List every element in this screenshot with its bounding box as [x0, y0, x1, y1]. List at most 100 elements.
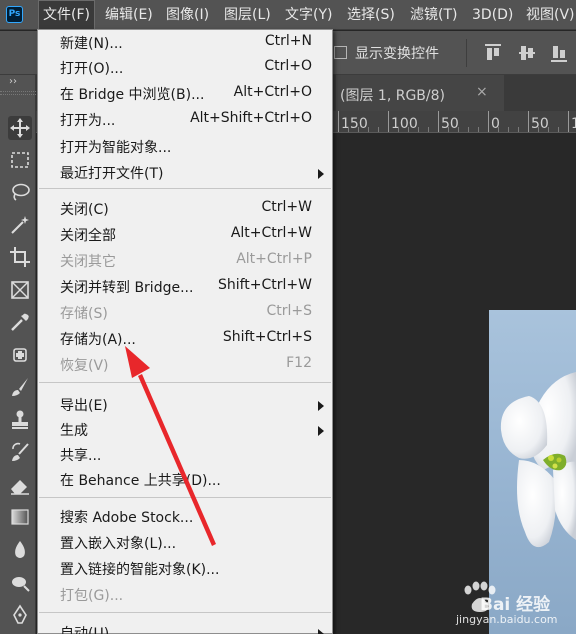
history-brush-tool-icon[interactable]: [8, 440, 32, 464]
menu-item-label: 置入嵌入对象(L)...: [60, 536, 177, 552]
menu-item-generate[interactable]: 生成: [38, 417, 332, 443]
menu-item-close-and-go-to-bridge[interactable]: 关闭并转到 Bridge... Shift+Ctrl+W: [38, 274, 332, 300]
menu-layer[interactable]: 图层(L): [220, 0, 275, 30]
menu-item-shortcut: Ctrl+S: [266, 303, 312, 319]
menu-item-search-adobe-stock[interactable]: 搜索 Adobe Stock...: [38, 504, 332, 530]
submenu-arrow-icon: [318, 426, 324, 436]
options-separator: [466, 39, 467, 67]
crop-tool-icon[interactable]: [8, 245, 32, 269]
menu-item-open-recent[interactable]: 最近打开文件(T): [38, 160, 332, 186]
menu-item-label: 打开(O)...: [60, 61, 124, 77]
watermark-brand: Bai 经验: [480, 595, 551, 615]
magic-wand-tool-icon[interactable]: [8, 213, 32, 237]
menu-item-close-all[interactable]: 关闭全部 Alt+Ctrl+W: [38, 222, 332, 248]
align-vertical-center-icon[interactable]: [518, 43, 536, 63]
align-bottom-icon[interactable]: [550, 43, 568, 63]
menu-image[interactable]: 图像(I): [162, 0, 213, 30]
menu-item-shortcut: Alt+Ctrl+O: [233, 84, 312, 100]
gradient-tool-icon[interactable]: [8, 505, 32, 529]
menu-view[interactable]: 视图(V): [522, 0, 576, 30]
menu-item-label: 置入链接的智能对象(K)...: [60, 562, 220, 578]
menu-item-label: 搜索 Adobe Stock...: [60, 510, 194, 526]
menu-file[interactable]: 文件(F): [38, 0, 95, 30]
file-menu-dropdown: 新建(N)... Ctrl+N 打开(O)... Ctrl+O 在 Bridge…: [37, 29, 333, 634]
menu-item-label: 恢复(V): [60, 358, 109, 374]
menu-item-open-as-smart-object[interactable]: 打开为智能对象...: [38, 134, 332, 160]
menu-separator: [39, 382, 331, 383]
menu-select[interactable]: 选择(S): [343, 0, 399, 30]
menu-item-new[interactable]: 新建(N)... Ctrl+N: [38, 30, 332, 56]
menu-item-label: 打开为智能对象...: [60, 140, 172, 156]
ruler-label: 150: [341, 116, 368, 132]
menu-item-share-on-behance[interactable]: 在 Behance 上共享(D)...: [38, 467, 332, 493]
document-tab[interactable]: (图层 1, RGB/8) ×: [336, 75, 504, 111]
menu-item-save-as[interactable]: 存储为(A)... Shift+Ctrl+S: [38, 326, 332, 352]
menu-item-label: 关闭全部: [60, 228, 116, 244]
clone-stamp-tool-icon[interactable]: [8, 408, 32, 432]
menu-item-package: 打包(G)...: [38, 582, 332, 608]
menu-item-place-embedded[interactable]: 置入嵌入对象(L)...: [38, 530, 332, 556]
menu-item-label: 生成: [60, 423, 88, 439]
ruler-label: 50: [531, 116, 549, 132]
menu-item-shortcut: Alt+Ctrl+P: [236, 251, 312, 267]
menu-item-browse-in-bridge[interactable]: 在 Bridge 中浏览(B)... Alt+Ctrl+O: [38, 81, 332, 107]
brush-tool-icon[interactable]: [8, 375, 32, 399]
eyedropper-tool-icon[interactable]: [8, 310, 32, 334]
menu-item-shortcut: Shift+Ctrl+W: [217, 277, 312, 293]
menu-item-close[interactable]: 关闭(C) Ctrl+W: [38, 196, 332, 222]
document-tab-title: (图层 1, RGB/8): [340, 88, 445, 104]
ruler-label: 100: [391, 116, 418, 132]
pen-tool-icon[interactable]: [8, 603, 32, 627]
menu-bar: Ps 文件(F) 编辑(E) 图像(I) 图层(L) 文字(Y) 选择(S) 滤…: [0, 0, 576, 30]
align-top-icon[interactable]: [484, 43, 502, 63]
menu-edit[interactable]: 编辑(E): [101, 0, 157, 30]
marquee-tool-icon[interactable]: [8, 148, 32, 172]
menu-item-shortcut: Ctrl+O: [264, 58, 312, 74]
eraser-tool-icon[interactable]: [8, 473, 32, 497]
watermark-url: jingyan.baidu.com: [456, 613, 558, 626]
ruler-label: 100: [571, 116, 576, 132]
menu-item-close-others: 关闭其它 Alt+Ctrl+P: [38, 248, 332, 274]
submenu-arrow-icon: [318, 169, 324, 179]
menu-item-shortcut: Ctrl+N: [264, 33, 312, 49]
menu-item-revert: 恢复(V) F12: [38, 352, 332, 378]
menu-item-label: 关闭其它: [60, 254, 116, 270]
menu-item-export[interactable]: 导出(E): [38, 392, 332, 418]
lasso-tool-icon[interactable]: [8, 180, 32, 204]
dodge-tool-icon[interactable]: [8, 570, 32, 594]
collapse-panel-icon[interactable]: ››: [9, 76, 17, 87]
panel-grip[interactable]: [0, 91, 36, 95]
menu-type[interactable]: 文字(Y): [281, 0, 336, 30]
show-transform-controls-checkbox[interactable]: [334, 46, 347, 59]
menu-item-open[interactable]: 打开(O)... Ctrl+O: [38, 55, 332, 81]
menu-item-shortcut: Alt+Ctrl+W: [230, 225, 312, 241]
menu-item-save: 存储(S) Ctrl+S: [38, 300, 332, 326]
menu-item-label: 存储(S): [60, 306, 108, 322]
frame-tool-icon[interactable]: [8, 278, 32, 302]
healing-brush-tool-icon[interactable]: [8, 343, 32, 367]
menu-item-open-as[interactable]: 打开为... Alt+Shift+Ctrl+O: [38, 107, 332, 133]
menu-item-share[interactable]: 共享...: [38, 442, 332, 468]
menu-item-label: 打开为...: [60, 113, 116, 129]
menu-filter[interactable]: 滤镜(T): [406, 0, 461, 30]
menu-item-place-linked[interactable]: 置入链接的智能对象(K)...: [38, 556, 332, 582]
menu-item-label: 关闭并转到 Bridge...: [60, 280, 194, 296]
menu-separator: [39, 612, 331, 613]
menu-item-label: 导出(E): [60, 398, 108, 414]
menu-item-automate[interactable]: 自动(U): [38, 620, 332, 634]
menu-item-shortcut: Alt+Shift+Ctrl+O: [190, 110, 312, 126]
menu-separator: [39, 497, 331, 498]
menu-item-label: 在 Bridge 中浏览(B)...: [60, 87, 205, 103]
menu-item-label: 打包(G)...: [60, 588, 124, 604]
submenu-arrow-icon: [318, 401, 324, 411]
ruler-label: 50: [441, 116, 459, 132]
move-tool-icon[interactable]: [8, 116, 32, 140]
menu-item-label: 新建(N)...: [60, 36, 123, 52]
close-tab-icon[interactable]: ×: [476, 84, 488, 100]
menu-item-label: 最近打开文件(T): [60, 166, 164, 182]
menu-3d[interactable]: 3D(D): [468, 0, 517, 30]
blur-tool-icon[interactable]: [8, 538, 32, 562]
menu-item-label: 存储为(A)...: [60, 332, 136, 348]
menu-item-shortcut: Ctrl+W: [261, 199, 312, 215]
menu-item-label: 自动(U): [60, 626, 110, 634]
